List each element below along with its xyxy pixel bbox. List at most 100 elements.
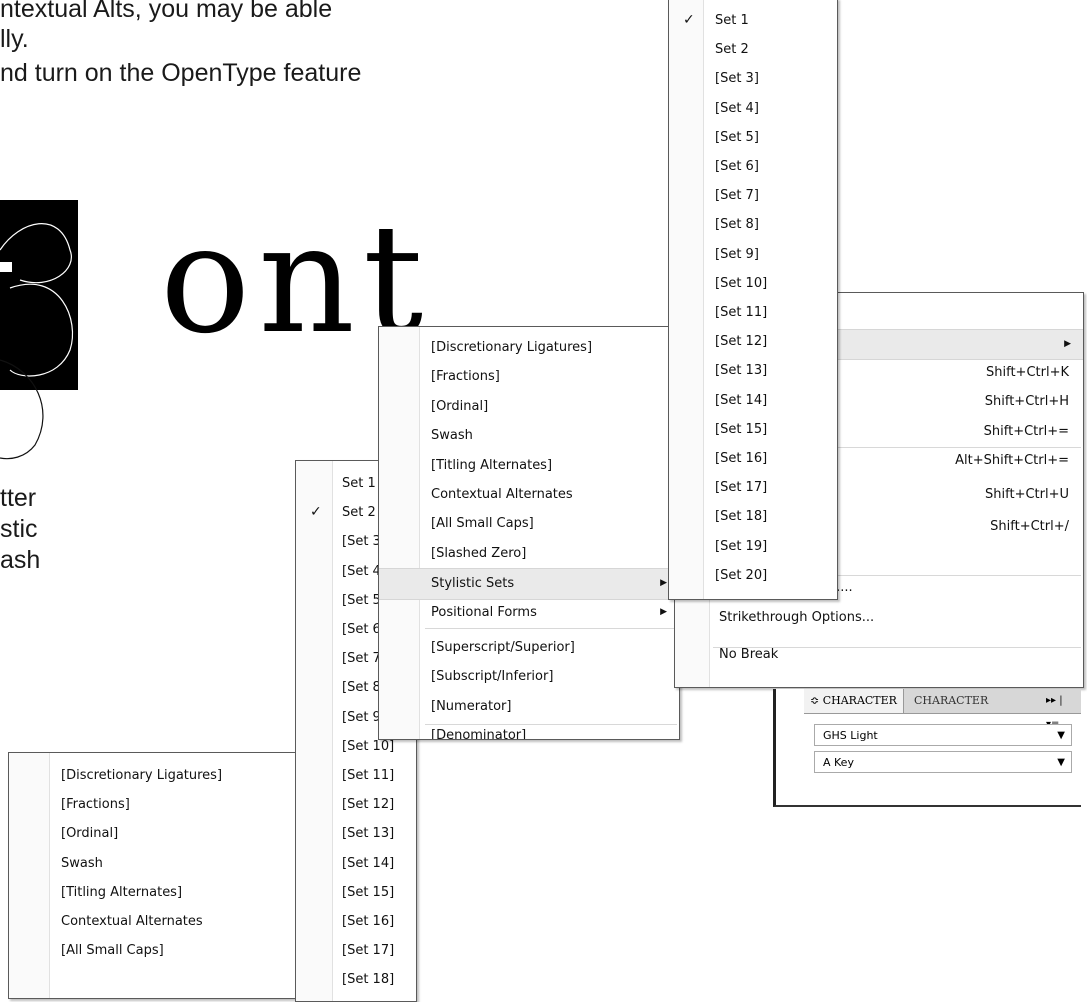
menu-item-label: [Set 8]: [715, 217, 759, 233]
font-style-value: A Key: [823, 756, 854, 769]
menu-item[interactable]: [Numerator]: [379, 692, 679, 721]
menu-item[interactable]: [Set 7]: [669, 181, 837, 210]
menu-item-label: [Set 17]: [715, 480, 768, 496]
menu-item-label: Contextual Alternates: [61, 914, 203, 929]
menu-separator: [425, 628, 677, 629]
menu-item[interactable]: [Ordinal]: [379, 392, 679, 421]
menu-item[interactable]: [Set 10]: [669, 269, 837, 298]
chevron-down-icon: ▼: [1057, 730, 1065, 741]
tab-character-active[interactable]: ≎ CHARACTER: [804, 689, 904, 713]
menu-item-label: [Set 9]: [715, 246, 759, 262]
menu-item-label: Set 2: [715, 42, 749, 58]
menu-item[interactable]: [Subscript/Inferior]: [379, 662, 679, 691]
menu-item[interactable]: Stylistic Sets ▶: [379, 568, 679, 600]
menu-item-label: [Set 18]: [342, 972, 395, 988]
character-panel: ≎ CHARACTER CHARACTER ▸▸ | ▾≡ GHS Light …: [773, 689, 1081, 807]
menu-item[interactable]: [Slashed Zero]: [379, 539, 679, 568]
menu-item-label: [Set 18]: [715, 509, 768, 525]
menu-item[interactable]: [Set 13]: [669, 356, 837, 385]
menu-item[interactable]: ✓ Set 1: [669, 6, 837, 35]
menu-item-label: Swash: [61, 855, 103, 871]
menu-item[interactable]: [Set 5]: [669, 123, 837, 152]
menu-item[interactable]: [Set 15]: [296, 878, 416, 907]
menu-item[interactable]: No Break: [675, 640, 1083, 669]
doc-line: tter: [0, 484, 37, 512]
menu-item-label: [Set 20]: [715, 567, 768, 583]
menu-item[interactable]: Strikethrough Options...: [675, 603, 1083, 632]
menu-item-label: [Ordinal]: [61, 826, 119, 842]
menu-item[interactable]: [Set 16]: [669, 444, 837, 473]
stylistic-sets-submenu-front: ✓ Set 1 Set 2 [Set 3] [Set 4] [Set 5] [Set 6] […: [668, 0, 838, 600]
menu-item-label: [Set 16]: [715, 451, 768, 466]
menu-item-label: [Set 14]: [715, 392, 768, 408]
menu-item-shortcut: Alt+Shift+Ctrl+=: [955, 452, 1069, 468]
menu-item-shortcut: Shift+Ctrl+=: [983, 423, 1069, 439]
panel-menu-icon[interactable]: ▸▸ | ▾≡: [1040, 689, 1081, 730]
menu-item-label: [Set 11]: [715, 305, 768, 320]
menu-item-label: Strikethrough Options...: [719, 609, 875, 625]
menu-item-label: [Set 11]: [342, 768, 395, 783]
menu-item[interactable]: [All Small Caps]: [379, 509, 679, 538]
menu-item-shortcut: Shift+Ctrl+U: [985, 487, 1069, 502]
menu-item-label: [Set 5]: [715, 129, 759, 145]
menu-item[interactable]: [Set 8]: [669, 210, 837, 239]
menu-item[interactable]: [Set 9]: [669, 240, 837, 269]
menu-item-label: [Set 7]: [715, 188, 759, 204]
menu-item[interactable]: Positional Forms ▶: [379, 598, 679, 627]
menu-item-label: [Set 13]: [715, 363, 768, 379]
font-family-select[interactable]: GHS Light ▼: [814, 724, 1072, 746]
menu-item[interactable]: Swash: [379, 421, 679, 450]
menu-item[interactable]: [Set 17]: [296, 936, 416, 965]
menu-item-label: Contextual Alternates: [431, 487, 573, 502]
menu-item-label: [Set 13]: [342, 826, 395, 842]
menu-item[interactable]: [Set 17]: [669, 473, 837, 502]
doc-line: nd turn on the OpenType feature: [0, 59, 362, 87]
menu-item[interactable]: [Set 19]: [669, 532, 837, 561]
menu-item[interactable]: [Set 11]: [669, 298, 837, 327]
menu-item[interactable]: [Superscript/Superior]: [379, 633, 679, 662]
swash-tail-icon: [0, 359, 44, 460]
menu-item[interactable]: [Set 18]: [296, 965, 416, 994]
menu-item[interactable]: [Titling Alternates]: [379, 451, 679, 480]
menu-item[interactable]: [Set 12]: [296, 790, 416, 819]
menu-item-label: Set 1: [715, 13, 749, 28]
menu-item[interactable]: [Set 14]: [296, 849, 416, 878]
menu-item-label: Stylistic Sets: [431, 576, 515, 592]
menu-item-label: [Set 6]: [715, 159, 759, 174]
menu-item-label: [Set 15]: [342, 884, 395, 900]
panel-tab-bar: ≎ CHARACTER CHARACTER ▸▸ | ▾≡: [804, 689, 1081, 730]
menu-item[interactable]: [Set 14]: [669, 386, 837, 415]
doc-line: ntextual Alts, you may be able: [0, 0, 333, 23]
menu-item[interactable]: [Set 11]: [296, 761, 416, 790]
menu-item[interactable]: [Discretionary Ligatures]: [379, 333, 679, 362]
menu-item-label: [Set 12]: [342, 797, 395, 813]
menu-separator: [713, 647, 1081, 648]
menu-item-label: Positional Forms: [431, 604, 537, 620]
menu-item[interactable]: [Set 18]: [669, 502, 837, 531]
menu-item-shortcut: Shift+Ctrl+/: [990, 519, 1069, 535]
menu-item-label: [Set 15]: [715, 421, 768, 437]
menu-separator: [425, 724, 677, 725]
menu-item-label: [Slashed Zero]: [431, 545, 527, 561]
menu-item[interactable]: [Set 6]: [669, 152, 837, 181]
menu-item-shortcut: Shift+Ctrl+K: [986, 365, 1069, 381]
menu-item-label: [Set 14]: [342, 855, 395, 871]
menu-item[interactable]: [Set 12]: [669, 327, 837, 356]
font-family-value: GHS Light: [823, 729, 878, 742]
tab-character[interactable]: CHARACTER: [908, 689, 994, 713]
menu-item[interactable]: Set 2: [669, 35, 837, 64]
menu-item[interactable]: [Set 4]: [669, 94, 837, 123]
menu-item-shortcut: Shift+Ctrl+H: [984, 394, 1069, 410]
doc-line: ash: [0, 546, 41, 574]
menu-item[interactable]: [Set 13]: [296, 819, 416, 848]
menu-item-label: [Set 10]: [715, 275, 768, 291]
menu-item[interactable]: [Set 3]: [669, 64, 837, 93]
menu-item-label: [Discretionary Ligatures]: [61, 768, 223, 783]
font-style-select[interactable]: A Key ▼: [814, 751, 1072, 773]
menu-item[interactable]: [Fractions]: [379, 362, 679, 391]
menu-item[interactable]: [Set 20]: [669, 561, 837, 590]
menu-item[interactable]: Contextual Alternates: [379, 480, 679, 509]
menu-item-label: [Titling Alternates]: [431, 457, 553, 473]
menu-item[interactable]: [Set 16]: [296, 907, 416, 936]
menu-item[interactable]: [Set 15]: [669, 415, 837, 444]
